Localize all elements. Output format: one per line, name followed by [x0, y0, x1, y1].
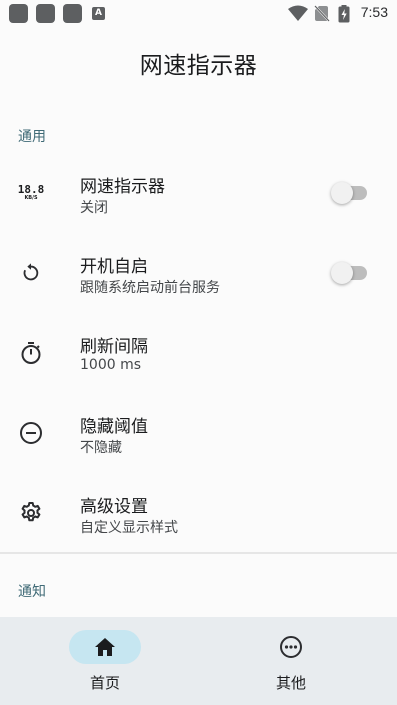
pref-summary: 不隐藏 — [80, 440, 122, 456]
page-title: 网速指示器 — [139, 53, 258, 79]
nav-active-indicator — [69, 630, 141, 664]
section-header-notification: 通知 — [18, 584, 46, 600]
pref-advanced-settings[interactable]: 高级设置 自定义显示样式 — [0, 473, 397, 553]
pref-summary: 1000 ms — [80, 357, 142, 373]
pref-summary: 关闭 — [80, 200, 108, 216]
app-icon — [36, 4, 55, 23]
restart-icon — [18, 260, 44, 286]
home-icon — [95, 638, 115, 656]
pref-title: 隐藏阈值 — [80, 417, 148, 437]
nav-item-other[interactable]: 其他 — [192, 617, 390, 705]
pref-title: 高级设置 — [80, 497, 148, 517]
wifi-icon — [288, 5, 308, 21]
nav-label: 其他 — [275, 674, 306, 692]
pref-speed-indicator[interactable]: 18.8 KB/S 网速指示器 关闭 — [0, 153, 397, 233]
switch-thumb — [331, 182, 353, 204]
status-time: 7:53 — [360, 4, 388, 20]
app-icon — [63, 4, 82, 23]
pref-summary: 跟随系统启动前台服务 — [80, 280, 220, 296]
no-sim-icon — [314, 5, 330, 22]
start-on-boot-toggle[interactable] — [331, 262, 368, 284]
minus-circle-icon — [18, 420, 44, 446]
pref-start-on-boot[interactable]: 开机自启 跟随系统启动前台服务 — [0, 233, 397, 313]
section-header-general: 通用 — [18, 129, 46, 145]
app-icon — [9, 4, 28, 23]
nav-label: 首页 — [89, 674, 120, 692]
pref-refresh-interval[interactable]: 刷新间隔 1000 ms — [0, 313, 397, 393]
speed-readout-icon: 18.8 KB/S — [17, 183, 45, 201]
speed-indicator-toggle[interactable] — [331, 182, 368, 204]
gear-icon — [18, 500, 44, 526]
pref-title: 开机自启 — [80, 257, 148, 277]
switch-thumb — [331, 262, 353, 284]
a-icon: A — [92, 7, 105, 20]
timer-icon — [18, 340, 44, 366]
nav-pill — [255, 630, 327, 664]
bottom-navigation: 首页 其他 — [0, 617, 397, 705]
more-circle-icon — [280, 636, 302, 658]
pref-title: 网速指示器 — [80, 177, 165, 197]
pref-hide-threshold[interactable]: 隐藏阈值 不隐藏 — [0, 393, 397, 473]
pref-summary: 自定义显示样式 — [80, 520, 178, 536]
status-bar: A 7:53 — [0, 0, 397, 28]
pref-title: 刷新间隔 — [80, 337, 148, 357]
nav-item-home[interactable]: 首页 — [6, 617, 204, 705]
section-divider — [0, 552, 397, 554]
battery-charging-icon — [338, 5, 350, 23]
